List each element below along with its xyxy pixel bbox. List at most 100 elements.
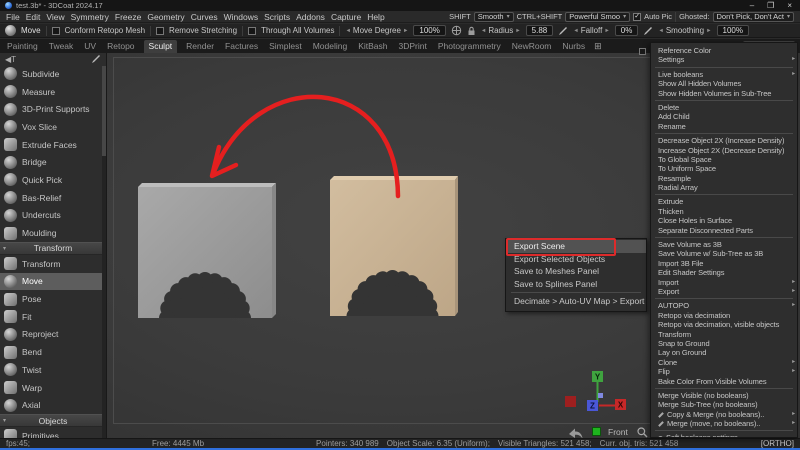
- menu-item-export-selected-objects[interactable]: Export Selected Objects: [506, 253, 646, 266]
- navigate-icon[interactable]: [451, 25, 462, 36]
- tab-newroom[interactable]: NewRoom: [510, 40, 554, 53]
- tool-3d-print-supports[interactable]: 3D-Print Supports: [0, 100, 106, 118]
- tool-quick-pick[interactable]: Quick Pick: [0, 171, 106, 189]
- menu-item-add-child[interactable]: Add Child: [651, 112, 797, 121]
- menu-item-save-to-splines-panel[interactable]: Save to Splines Panel: [506, 278, 646, 291]
- menu-item-soft-booleans-settings[interactable]: Soft booleans settings: [651, 433, 797, 438]
- menu-item-rename[interactable]: Rename: [651, 122, 797, 131]
- panel-collapse-icon[interactable]: ◀T: [5, 55, 16, 64]
- tool-extrude-faces[interactable]: Extrude Faces: [0, 136, 106, 154]
- tool-bridge[interactable]: Bridge: [0, 153, 106, 171]
- shift-brush-dropdown[interactable]: Smooth ▾: [474, 12, 514, 22]
- tool-vox-slice[interactable]: Vox Slice: [0, 118, 106, 136]
- step-right-icon[interactable]: ►: [604, 28, 609, 34]
- gray-block[interactable]: [138, 183, 276, 326]
- menu-item-transform[interactable]: Transform: [651, 330, 797, 339]
- step-left-icon[interactable]: ◄: [345, 28, 350, 34]
- tool-panel-scrollbar[interactable]: [102, 66, 106, 438]
- tool-axial[interactable]: Axial: [0, 396, 106, 414]
- move-degree-stepper[interactable]: ◄ Move Degree ►: [345, 26, 408, 35]
- radius-value[interactable]: 5.88: [526, 25, 554, 36]
- menu-item-import-3b-file[interactable]: Import 3B File: [651, 259, 797, 268]
- menu-edit[interactable]: Edit: [26, 12, 41, 22]
- tab-sculpt[interactable]: Sculpt: [144, 40, 178, 53]
- menu-curves[interactable]: Curves: [191, 12, 218, 22]
- through-volumes-checkbox[interactable]: [248, 27, 256, 35]
- menu-item-settings[interactable]: Settings▸: [651, 55, 797, 64]
- tab-kitbash[interactable]: KitBash: [356, 40, 389, 53]
- step-right-icon[interactable]: ►: [515, 28, 520, 34]
- menu-item-decrease-object-2x[interactable]: Decrease Object 2X (Increase Density): [651, 136, 797, 145]
- menu-item-snap-to-ground[interactable]: Snap to Ground: [651, 339, 797, 348]
- tab-3dprint[interactable]: 3DPrint: [397, 40, 429, 53]
- menu-item-radial-array[interactable]: Radial Array: [651, 183, 797, 192]
- menu-windows[interactable]: Windows: [224, 12, 258, 22]
- menu-item-merge-move[interactable]: Merge (move, no booleans)..▸: [651, 419, 797, 428]
- pen-curve-icon[interactable]: [643, 26, 653, 36]
- ctrl-shift-brush-dropdown[interactable]: Powerful Smoo ▾: [565, 12, 630, 22]
- lock-icon[interactable]: [467, 26, 476, 36]
- tab-retopo[interactable]: Retopo: [105, 40, 136, 53]
- move-degree-value[interactable]: 100%: [413, 25, 445, 36]
- menu-file[interactable]: File: [6, 12, 20, 22]
- menu-item-show-hidden-volumes-subtree[interactable]: Show Hidden Volumes in Sub-Tree: [651, 89, 797, 98]
- menu-item-resample[interactable]: Resample: [651, 174, 797, 183]
- menu-item-decimate-autouv-export[interactable]: Decimate > Auto-UV Map > Export: [506, 295, 646, 308]
- step-left-icon[interactable]: ◄: [481, 28, 486, 34]
- tab-uv[interactable]: UV: [82, 40, 98, 53]
- tool-bas-relief[interactable]: Bas-Relief: [0, 189, 106, 207]
- menu-item-delete[interactable]: Delete: [651, 103, 797, 112]
- tab-simplest[interactable]: Simplest: [267, 40, 304, 53]
- menu-item-thicken[interactable]: Thicken: [651, 207, 797, 216]
- menu-item-autopo[interactable]: AUTOPO▸: [651, 301, 797, 310]
- maximize-icon[interactable]: ❐: [767, 1, 774, 10]
- tab-render[interactable]: Render: [184, 40, 216, 53]
- menu-item-live-booleans[interactable]: Live booleans▸: [651, 70, 797, 79]
- menu-item-to-uniform-space[interactable]: To Uniform Space: [651, 164, 797, 173]
- menu-item-save-volume-as-3b[interactable]: Save Volume as 3B: [651, 240, 797, 249]
- auto-pick-checkbox[interactable]: ✓: [633, 13, 641, 21]
- section-objects[interactable]: ▾Objects: [0, 414, 106, 427]
- magnifier-icon[interactable]: [637, 427, 648, 438]
- menu-item-extrude[interactable]: Extrude: [651, 197, 797, 206]
- close-icon[interactable]: ×: [787, 1, 792, 10]
- minimize-icon[interactable]: –: [750, 1, 754, 10]
- menu-item-copy-and-merge[interactable]: Copy & Merge (no booleans)..▸: [651, 410, 797, 419]
- menu-addons[interactable]: Addons: [296, 12, 325, 22]
- falloff-stepper[interactable]: ◄ Falloff ►: [573, 26, 610, 35]
- tab-nurbs[interactable]: Nurbs: [560, 40, 587, 53]
- menu-item-merge-subtree[interactable]: Merge Sub-Tree (no booleans): [651, 400, 797, 409]
- menu-item-clone[interactable]: Clone▸: [651, 358, 797, 367]
- tool-primitives[interactable]: Primitives: [0, 427, 106, 438]
- menu-item-export[interactable]: Export▸: [651, 287, 797, 296]
- tool-pose[interactable]: Pose: [0, 290, 106, 308]
- tool-undercuts[interactable]: Undercuts: [0, 207, 106, 225]
- tool-fit[interactable]: Fit: [0, 308, 106, 326]
- step-right-icon[interactable]: ►: [403, 28, 408, 34]
- ghosted-mode-dropdown[interactable]: Don't Pick, Don't Act ▾: [713, 12, 795, 22]
- menu-item-bake-color-visible-volumes[interactable]: Bake Color From Visible Volumes: [651, 377, 797, 386]
- menu-item-separate-disconnected-parts[interactable]: Separate Disconnected Parts: [651, 226, 797, 235]
- tab-tweak[interactable]: Tweak: [47, 40, 76, 53]
- menu-item-merge-visible[interactable]: Merge Visible (no booleans): [651, 391, 797, 400]
- menu-item-export-scene[interactable]: Export Scene: [506, 240, 646, 253]
- tan-block[interactable]: [330, 176, 458, 324]
- add-workspace-icon[interactable]: ⊞: [594, 41, 602, 53]
- menu-item-lay-on-ground[interactable]: Lay on Ground: [651, 348, 797, 357]
- smoothing-value[interactable]: 100%: [717, 25, 749, 36]
- menu-freeze[interactable]: Freeze: [115, 12, 141, 22]
- falloff-value[interactable]: 0%: [615, 25, 639, 36]
- tab-modeling[interactable]: Modeling: [311, 40, 350, 53]
- pen-curve-icon[interactable]: [558, 26, 568, 36]
- menu-item-to-global-space[interactable]: To Global Space: [651, 155, 797, 164]
- remove-stretching-checkbox[interactable]: [156, 27, 164, 35]
- menu-geometry[interactable]: Geometry: [147, 12, 184, 22]
- menu-item-save-volume-subtree-3b[interactable]: Save Volume w/ Sub-Tree as 3B: [651, 249, 797, 258]
- tool-bend[interactable]: Bend: [0, 343, 106, 361]
- menu-item-reference-color[interactable]: Reference Color: [651, 46, 797, 55]
- tab-photogrammetry[interactable]: Photogrammetry: [436, 40, 503, 53]
- panel-checkbox[interactable]: [639, 48, 646, 55]
- menu-scripts[interactable]: Scripts: [264, 12, 290, 22]
- tool-move[interactable]: Move: [0, 273, 106, 291]
- smoothing-stepper[interactable]: ◄ Smoothing ►: [658, 26, 711, 35]
